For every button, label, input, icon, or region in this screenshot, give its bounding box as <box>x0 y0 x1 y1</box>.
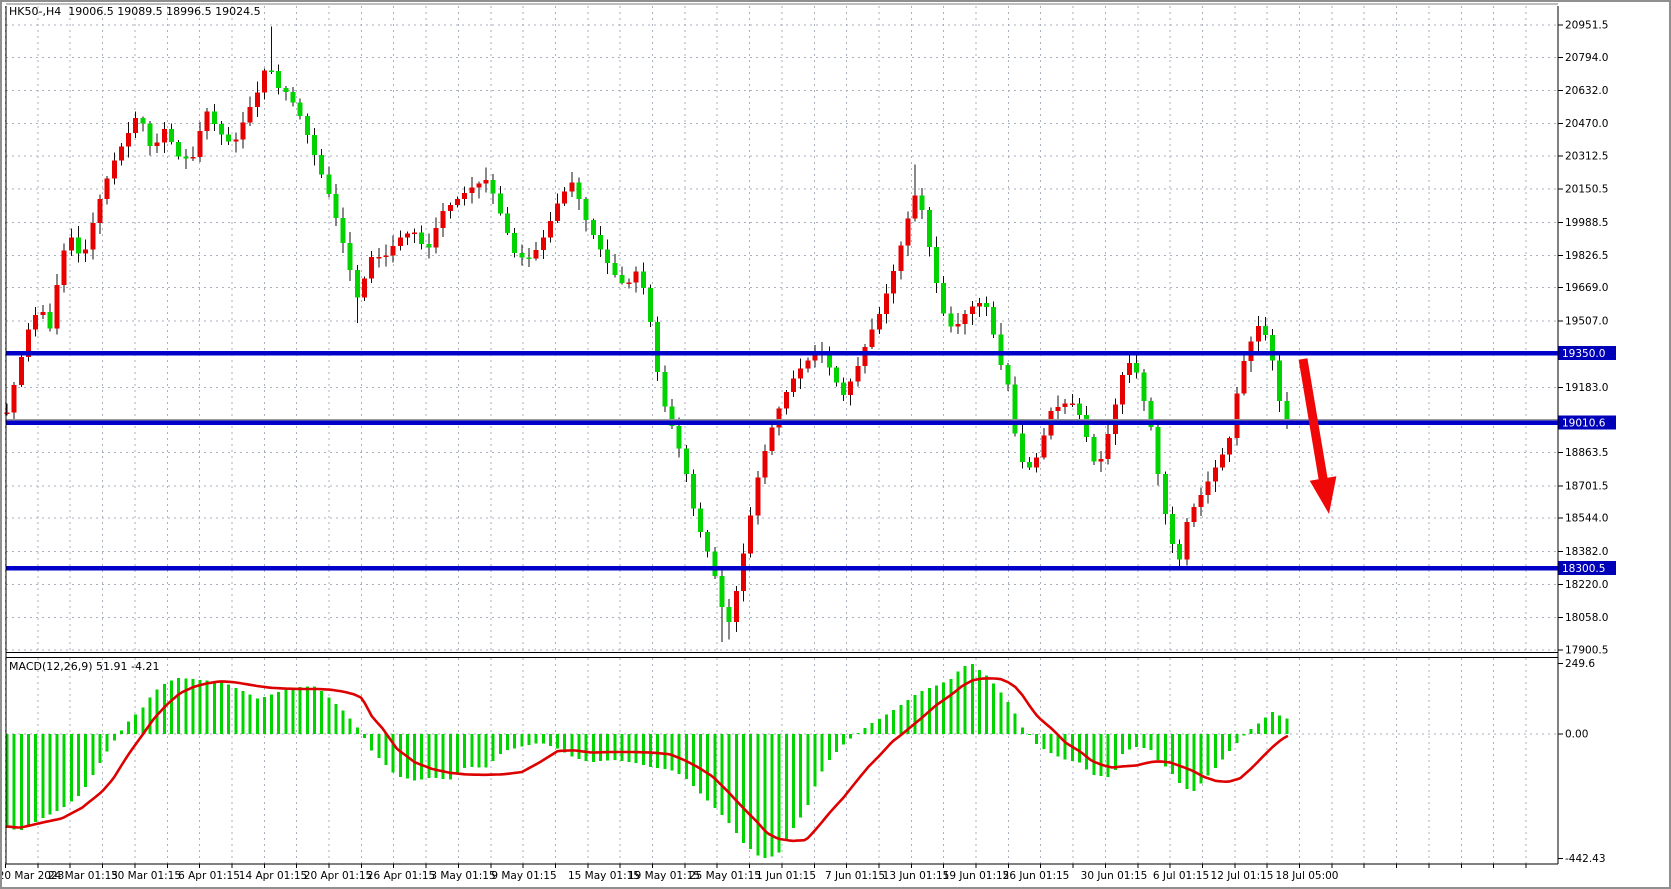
svg-text:19010.6: 19010.6 <box>1562 417 1606 429</box>
svg-text:0.00: 0.00 <box>1565 729 1588 741</box>
svg-text:6 Apr 01:15: 6 Apr 01:15 <box>178 870 240 882</box>
candles-layer <box>5 26 1290 642</box>
svg-text:18058.0: 18058.0 <box>1565 612 1608 624</box>
svg-text:18544.0: 18544.0 <box>1565 513 1608 525</box>
support-resistance-line-0: 19350.0 <box>6 346 1616 360</box>
svg-text:19 Jun 01:15: 19 Jun 01:15 <box>943 870 1010 882</box>
svg-text:30 Mar 01:15: 30 Mar 01:15 <box>111 870 181 882</box>
svg-text:19507.0: 19507.0 <box>1565 315 1608 327</box>
support-resistance-line-2: 18300.5 <box>6 561 1616 575</box>
svg-text:19183.0: 19183.0 <box>1565 382 1608 394</box>
svg-text:20794.0: 20794.0 <box>1565 52 1608 64</box>
svg-text:3 May 01:15: 3 May 01:15 <box>430 870 495 882</box>
svg-text:249.6: 249.6 <box>1565 658 1595 670</box>
svg-text:19988.5: 19988.5 <box>1565 217 1608 229</box>
svg-text:20632.0: 20632.0 <box>1565 85 1608 97</box>
svg-text:19826.5: 19826.5 <box>1565 250 1608 262</box>
svg-text:26 Jun 01:15: 26 Jun 01:15 <box>1003 870 1070 882</box>
chart-canvas[interactable]: 19350.0 19010.6 18300.5 20951.5 20794.0 20632… <box>2 2 1671 889</box>
time-axis: 20 Mar 202324 Mar 01:1530 Mar 01:156 Apr… <box>2 864 1526 882</box>
svg-text:19669.0: 19669.0 <box>1565 282 1608 294</box>
down-arrow-annotation <box>1299 358 1337 514</box>
svg-text:26 Apr 01:15: 26 Apr 01:15 <box>367 870 435 882</box>
svg-text:12 Jul 01:15: 12 Jul 01:15 <box>1211 870 1274 882</box>
svg-text:7 Jun 01:15: 7 Jun 01:15 <box>825 870 885 882</box>
svg-text:9 May 01:15: 9 May 01:15 <box>491 870 556 882</box>
svg-text:18382.0: 18382.0 <box>1565 546 1608 558</box>
svg-text:19350.0: 19350.0 <box>1562 348 1605 360</box>
svg-text:24 Mar 01:15: 24 Mar 01:15 <box>48 870 118 882</box>
price-axis: 20951.5 20794.0 20632.0 20470.0 20312.5 20150… <box>1558 20 1608 657</box>
svg-text:20150.5: 20150.5 <box>1565 184 1608 196</box>
svg-text:20951.5: 20951.5 <box>1565 20 1608 32</box>
grid-layer <box>6 6 1559 864</box>
svg-text:6 Jul 01:15: 6 Jul 01:15 <box>1153 870 1209 882</box>
svg-text:18863.5: 18863.5 <box>1565 447 1608 459</box>
svg-text:13 Jun 01:15: 13 Jun 01:15 <box>883 870 950 882</box>
svg-text:1 Jun 01:15: 1 Jun 01:15 <box>756 870 816 882</box>
svg-text:18701.5: 18701.5 <box>1565 480 1608 492</box>
support-resistance-line-1: 19010.6 <box>6 416 1616 430</box>
svg-text:18300.5: 18300.5 <box>1562 563 1605 575</box>
svg-text:20470.0: 20470.0 <box>1565 118 1608 130</box>
svg-text:18220.0: 18220.0 <box>1565 579 1608 591</box>
svg-text:20 Apr 01:15: 20 Apr 01:15 <box>304 870 372 882</box>
svg-text:14 Apr 01:15: 14 Apr 01:15 <box>239 870 307 882</box>
svg-text:18 Jul 05:00: 18 Jul 05:00 <box>1276 870 1339 882</box>
svg-text:-442.43: -442.43 <box>1565 853 1606 865</box>
svg-text:20312.5: 20312.5 <box>1565 150 1608 162</box>
chart-window: 19350.0 19010.6 18300.5 20951.5 20794.0 20632… <box>0 0 1671 889</box>
svg-text:25 May 01:15: 25 May 01:15 <box>689 870 761 882</box>
macd-axis: 249.6 0.00 -442.43 <box>1558 658 1606 865</box>
macd-histogram-layer <box>6 664 1289 858</box>
svg-text:30 Jun 01:15: 30 Jun 01:15 <box>1081 870 1148 882</box>
svg-text:17900.5: 17900.5 <box>1565 645 1608 657</box>
